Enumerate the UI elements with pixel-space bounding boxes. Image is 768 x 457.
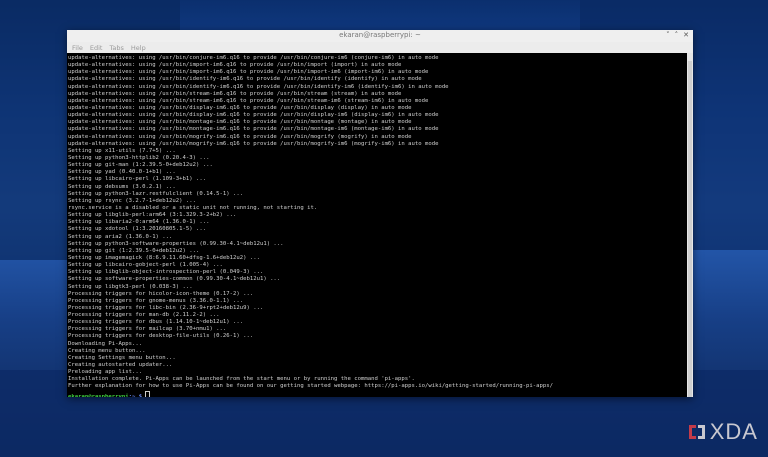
terminal-line: update-alternatives: using /usr/bin/conj… bbox=[68, 55, 439, 61]
terminal-line: Setting up libcairo-gobject-perl (1.005-… bbox=[68, 262, 223, 269]
terminal-line: update-alternatives: using /usr/bin/stre… bbox=[68, 90, 402, 97]
title-bar[interactable]: ekaran@raspberrypi: ~ ˅ ˄ ✕ bbox=[67, 30, 693, 42]
terminal-line: Setting up imagemagick (8:6.9.11.60+dfsg… bbox=[68, 254, 260, 261]
terminal-line: Setting up debsums (3.0.2.1) ... bbox=[68, 183, 176, 190]
minimize-icon[interactable]: ˅ bbox=[666, 31, 670, 39]
terminal-line: update-alternatives: using /usr/bin/mont… bbox=[68, 126, 439, 133]
terminal-line: Setting up x11-utils (7.7+5) ... bbox=[68, 147, 176, 154]
terminal-line: Setting up rsync (3.2.7-1+deb12u2) ... bbox=[68, 197, 196, 204]
terminal-line: Setting up aria2 (1.36.0-1) ... bbox=[68, 233, 173, 240]
menu-file[interactable]: File bbox=[72, 44, 83, 52]
terminal-line: Creating Settings menu button... bbox=[68, 354, 176, 361]
scrollbar-thumb[interactable] bbox=[688, 61, 692, 397]
terminal-window: ekaran@raspberrypi: ~ ˅ ˄ ✕ File Edit Ta… bbox=[67, 30, 693, 397]
terminal-line: Setting up libaria2-0:arm64 (1.36.0-1) .… bbox=[68, 219, 210, 226]
xda-logo-icon bbox=[688, 425, 705, 439]
terminal-line: Setting up git (1:2.39.5-0+deb12u2) ... bbox=[68, 247, 200, 254]
scrollbar[interactable] bbox=[687, 53, 693, 397]
terminal-line: Setting up libcairo-perl (1.109-3+b1) ..… bbox=[68, 176, 207, 183]
terminal-line: Setting up git-man (1:2.39.5-0+deb12u2) … bbox=[68, 162, 213, 169]
terminal-line: Processing triggers for dbus (1.14.10-1~… bbox=[68, 319, 244, 326]
close-icon[interactable]: ✕ bbox=[683, 31, 689, 39]
terminal-line: Setting up python3-software-properties (… bbox=[68, 240, 284, 247]
menu-help[interactable]: Help bbox=[131, 44, 146, 52]
cursor bbox=[145, 390, 151, 397]
terminal-line: Processing triggers for desktop-file-uti… bbox=[68, 333, 254, 340]
terminal-line: Processing triggers for gnome-menus (3.3… bbox=[68, 297, 244, 304]
window-title: ekaran@raspberrypi: ~ bbox=[339, 31, 421, 39]
terminal-line: rsync.service is a disabled or a static … bbox=[68, 204, 318, 211]
terminal-line: Setting up python3-httplib2 (0.20.4-3) .… bbox=[68, 154, 210, 161]
terminal-line: Setting up libglib-object-introspection-… bbox=[68, 269, 264, 276]
terminal-line: update-alternatives: using /usr/bin/impo… bbox=[68, 69, 429, 76]
terminal-line: Installation complete. Pi-Apps can be la… bbox=[68, 376, 415, 383]
terminal-line: Setting up yad (0.40.0-1+b1) ... bbox=[68, 169, 176, 176]
terminal-line: Setting up libgtk3-perl (0.038-3) ... bbox=[68, 283, 193, 290]
terminal-line: update-alternatives: using /usr/bin/iden… bbox=[68, 83, 449, 90]
terminal-line: Further explanation for how to use Pi-Ap… bbox=[68, 383, 553, 390]
terminal-line: Creating autostarted updater... bbox=[68, 362, 173, 369]
xda-text: XDA bbox=[709, 419, 758, 444]
menu-bar: File Edit Tabs Help bbox=[67, 42, 693, 53]
prompt-path: :~ $ bbox=[128, 393, 143, 397]
terminal-line: Downloading Pi-Apps... bbox=[68, 340, 143, 347]
shell-prompt[interactable]: ekaran@raspberrypi:~ $ bbox=[68, 390, 687, 397]
terminal-line: update-alternatives: using /usr/bin/stre… bbox=[68, 97, 429, 104]
terminal-line: Creating menu button... bbox=[68, 347, 146, 354]
terminal-line: Processing triggers for libc-bin (2.36-9… bbox=[68, 304, 264, 311]
terminal-line: Processing triggers for hicolor-icon-the… bbox=[68, 290, 254, 297]
terminal-line: Preloading app list... bbox=[68, 369, 143, 376]
xda-watermark: XDA bbox=[687, 419, 758, 445]
menu-tabs[interactable]: Tabs bbox=[109, 44, 123, 52]
terminal-output[interactable]: update-alternatives: using /usr/bin/conj… bbox=[67, 53, 687, 397]
terminal-line: update-alternatives: using /usr/bin/impo… bbox=[68, 62, 402, 69]
terminal-line: update-alternatives: using /usr/bin/disp… bbox=[68, 112, 439, 119]
terminal-line: update-alternatives: using /usr/bin/disp… bbox=[68, 104, 412, 111]
terminal-line: Processing triggers for man-db (2.11.2-2… bbox=[68, 312, 220, 319]
terminal-line: update-alternatives: using /usr/bin/mogr… bbox=[68, 140, 439, 147]
terminal-line: update-alternatives: using /usr/bin/mont… bbox=[68, 119, 412, 126]
terminal-line: Processing triggers for mailcap (3.70+nm… bbox=[68, 326, 227, 333]
terminal-line: update-alternatives: using /usr/bin/iden… bbox=[68, 76, 422, 83]
menu-edit[interactable]: Edit bbox=[90, 44, 103, 52]
terminal-line: Setting up libglib-perl:arm64 (3:1.329.3… bbox=[68, 212, 237, 219]
terminal-line: Setting up xdotool (1:3.20160805.1-5) ..… bbox=[68, 226, 207, 233]
maximize-icon[interactable]: ˄ bbox=[675, 31, 679, 39]
terminal-line: Setting up software-properties-common (0… bbox=[68, 276, 281, 283]
terminal-line: update-alternatives: using /usr/bin/mogr… bbox=[68, 133, 412, 140]
terminal-line: Setting up python3-lazr.restfulclient (0… bbox=[68, 190, 244, 197]
prompt-user: ekaran@raspberrypi bbox=[68, 393, 129, 397]
